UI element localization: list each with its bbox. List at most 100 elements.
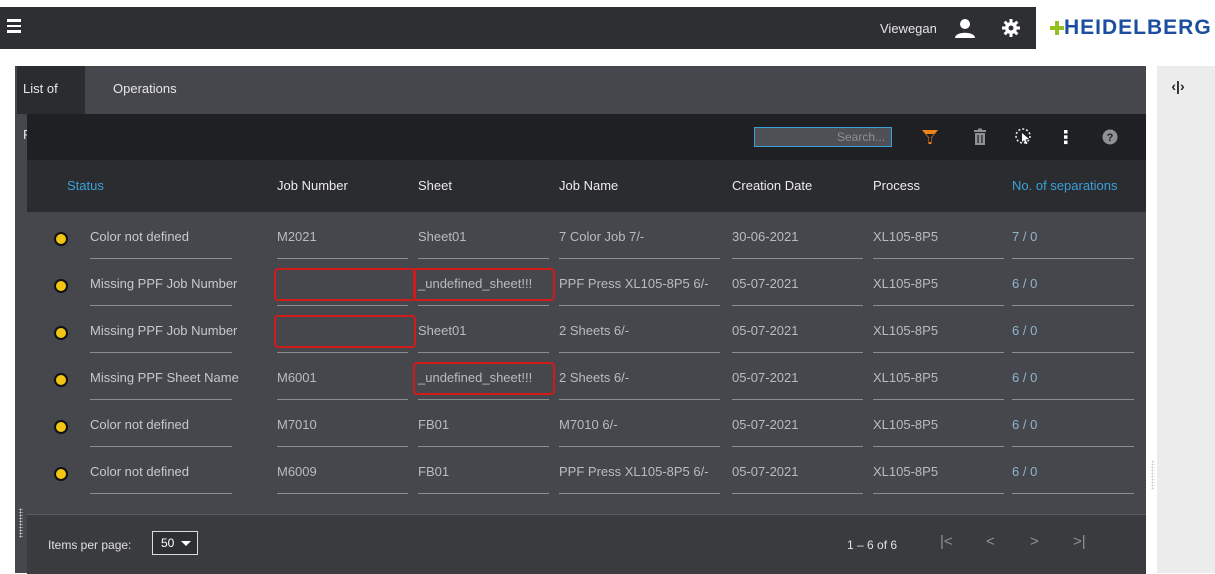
cell-status: Color not defined <box>90 417 190 432</box>
side-panel-toggle-icon[interactable]: ‹|› <box>1157 78 1199 100</box>
filter-icon[interactable] <box>920 127 940 147</box>
column-header-job-name[interactable]: Job Name <box>559 178 618 193</box>
cell-status: Missing PPF Sheet Name <box>90 370 239 385</box>
cell-status: Color not defined <box>90 229 190 244</box>
toolbar: ? <box>27 114 1146 160</box>
panel-resize-handle-right[interactable] <box>1151 460 1155 490</box>
table-row[interactable]: Color not defined M6009 FB01 PPF Press XL10… <box>27 447 1146 494</box>
cell-job-name: M7010 6/- <box>559 417 618 432</box>
cell-job-name: PPF Press XL105-8P5 6/- <box>559 276 709 291</box>
ppf-table: Status Job Number Sheet Job Name Creatio… <box>27 160 1146 514</box>
page-range: 1 – 6 of 6 <box>847 538 898 552</box>
cell-process: XL105-8P5 <box>873 417 939 432</box>
top-bar: Viewegan HEIDELBERG <box>0 7 1215 49</box>
user-icon[interactable] <box>954 17 976 39</box>
cell-separations: 6 / 0 <box>1012 417 1038 432</box>
more-vertical-icon[interactable] <box>1056 127 1076 147</box>
status-warning-icon <box>54 467 68 481</box>
previous-page-button[interactable]: < <box>986 533 995 550</box>
cell-separations: 6 / 0 <box>1012 464 1038 479</box>
row-divider <box>90 493 232 494</box>
table-row[interactable]: Color not defined M7010 FB01 M7010 6/- 05-07… <box>27 400 1146 447</box>
cell-separations: 6 / 0 <box>1012 370 1038 385</box>
svg-text:?: ? <box>1107 132 1114 144</box>
ppf-panel: List of PPF Operations ? <box>15 66 1146 574</box>
first-page-button[interactable]: |< <box>940 533 953 550</box>
cell-job-number: M6009 <box>277 464 317 479</box>
status-warning-icon <box>54 232 68 246</box>
cell-date: 05-07-2021 <box>732 276 799 291</box>
row-divider <box>559 493 720 494</box>
column-header-separations[interactable]: No. of separations <box>1012 178 1118 193</box>
table-row[interactable]: Color not defined M2021 Sheet01 7 Color Job… <box>27 212 1146 259</box>
panel-resize-handle-left[interactable] <box>19 508 23 538</box>
cell-job-name: 2 Sheets 6/- <box>559 323 630 338</box>
side-panel <box>1157 66 1215 573</box>
column-header-job-number[interactable]: Job Number <box>277 178 348 193</box>
logo-cross-icon <box>1050 21 1064 35</box>
cell-sheet: Sheet01 <box>418 323 467 338</box>
cell-separations: 6 / 0 <box>1012 276 1038 291</box>
items-per-page-value: 50 <box>161 536 175 550</box>
row-divider <box>418 493 549 494</box>
next-page-button[interactable]: > <box>1030 533 1039 550</box>
error-highlight-box <box>413 362 555 395</box>
cell-status: Missing PPF Job Number <box>90 276 238 291</box>
cell-process: XL105-8P5 <box>873 276 939 291</box>
dropdown-caret-icon <box>181 541 191 546</box>
pagination-footer: Items per page: 50 1 – 6 of 6 |< < > >| <box>27 514 1146 574</box>
error-highlight-box <box>413 268 555 301</box>
tab-list-of-ppf[interactable]: List of PPF <box>17 66 85 142</box>
cell-status: Missing PPF Job Number <box>90 323 238 338</box>
table-row[interactable]: Missing PPF Sheet Name M6001 _undefined_sh… <box>27 353 1146 400</box>
cell-job-number: M7010 <box>277 417 317 432</box>
user-name[interactable]: Viewegan <box>880 21 937 36</box>
search-input[interactable] <box>754 127 892 147</box>
cell-date: 05-07-2021 <box>732 323 799 338</box>
logo-text: HEIDELBERG <box>1064 16 1212 39</box>
column-header-status[interactable]: Status <box>67 178 104 193</box>
cell-job-name: 7 Color Job 7/- <box>559 229 645 244</box>
cell-sheet: Sheet01 <box>418 229 467 244</box>
cell-sheet: FB01 <box>418 417 450 432</box>
cell-date: 05-07-2021 <box>732 370 799 385</box>
row-divider <box>873 493 1004 494</box>
status-warning-icon <box>54 279 68 293</box>
cell-date: 05-07-2021 <box>732 417 799 432</box>
cell-job-number: M6001 <box>277 370 317 385</box>
cell-separations: 6 / 0 <box>1012 323 1038 338</box>
column-header-process[interactable]: Process <box>873 178 920 193</box>
cell-status: Color not defined <box>90 464 190 479</box>
cell-process: XL105-8P5 <box>873 464 939 479</box>
heidelberg-logo: HEIDELBERG <box>1036 7 1215 49</box>
error-highlight-box <box>274 268 416 301</box>
cell-process: XL105-8P5 <box>873 370 939 385</box>
column-header-sheet[interactable]: Sheet <box>418 178 452 193</box>
cell-process: XL105-8P5 <box>873 323 939 338</box>
table-header-row: Status Job Number Sheet Job Name Creatio… <box>27 160 1146 212</box>
menu-icon[interactable] <box>7 19 21 33</box>
table-row[interactable]: Missing PPF Job Number _undefined_sheet!!… <box>27 259 1146 306</box>
status-warning-icon <box>54 326 68 340</box>
help-icon[interactable]: ? <box>1100 127 1120 147</box>
tab-operations[interactable]: Operations <box>103 66 187 114</box>
row-divider <box>1012 493 1134 494</box>
items-per-page-select[interactable]: 50 <box>152 531 198 555</box>
gear-icon[interactable] <box>1001 18 1021 38</box>
cell-sheet: FB01 <box>418 464 450 479</box>
cell-job-number: M2021 <box>277 229 317 244</box>
cell-separations: 7 / 0 <box>1012 229 1038 244</box>
select-icon[interactable] <box>1014 127 1034 147</box>
cell-job-name: 2 Sheets 6/- <box>559 370 630 385</box>
delete-icon[interactable] <box>970 127 990 147</box>
last-page-button[interactable]: >| <box>1073 533 1086 550</box>
cell-job-name: PPF Press XL105-8P5 6/- <box>559 464 709 479</box>
tab-bar: List of PPF Operations <box>15 66 1146 142</box>
items-per-page-label: Items per page: <box>48 538 132 552</box>
table-row[interactable]: Missing PPF Job Number Sheet01 2 Sheets 6/… <box>27 306 1146 353</box>
cell-process: XL105-8P5 <box>873 229 939 244</box>
cell-date: 30-06-2021 <box>732 229 799 244</box>
cell-date: 05-07-2021 <box>732 464 799 479</box>
column-header-creation-date[interactable]: Creation Date <box>732 178 812 193</box>
error-highlight-box <box>274 315 416 348</box>
